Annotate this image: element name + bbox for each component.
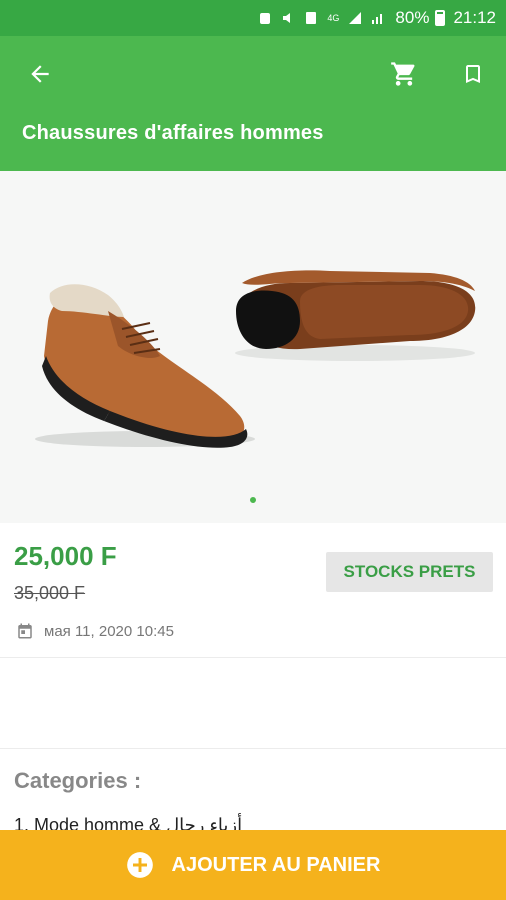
stock-status-badge: STOCKS PRETS xyxy=(326,552,493,592)
divider xyxy=(0,657,506,658)
posted-date-row: мая 11, 2020 10:45 xyxy=(16,622,174,640)
status-icons: 4G xyxy=(258,11,385,25)
product-image-gallery[interactable] xyxy=(0,171,506,523)
bookmark-button[interactable] xyxy=(455,56,491,92)
battery-icon xyxy=(435,10,446,26)
battery-percent: 80% xyxy=(395,8,430,27)
page-title: Chaussures d'affaires hommes xyxy=(22,122,324,144)
posted-date: мая 11, 2020 10:45 xyxy=(44,622,174,640)
sim-icon xyxy=(306,12,317,24)
cart-button[interactable] xyxy=(386,56,422,92)
signal-icon-2 xyxy=(372,14,383,24)
signal-icon xyxy=(349,12,362,24)
bookmark-icon xyxy=(466,65,480,83)
status-bar: 4G 80% 21:12 xyxy=(0,0,506,36)
plus-circle-icon xyxy=(126,852,153,878)
product-image xyxy=(35,270,476,503)
network-type: 4G xyxy=(327,13,340,23)
product-price: 25,000 F xyxy=(14,541,117,571)
arrow-left-icon xyxy=(31,65,49,83)
mute-icon xyxy=(283,13,291,23)
app-bar: Chaussures d'affaires hommes xyxy=(0,36,506,171)
divider xyxy=(0,748,506,749)
back-button[interactable] xyxy=(22,56,58,92)
categories-heading: Categories : xyxy=(14,768,142,793)
add-to-cart-button[interactable]: AJOUTER AU PANIER xyxy=(0,830,506,900)
add-to-cart-label: AJOUTER AU PANIER xyxy=(171,853,381,876)
notification-icon xyxy=(260,13,271,24)
calendar-icon xyxy=(18,623,32,639)
shopping-cart-icon xyxy=(391,62,415,86)
product-old-price: 35,000 F xyxy=(14,583,86,603)
clock: 21:12 xyxy=(453,8,496,27)
